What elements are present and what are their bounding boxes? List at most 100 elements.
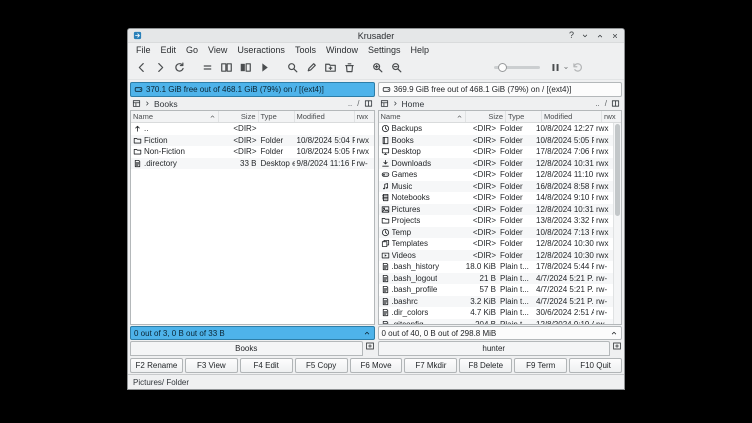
split-view-icon[interactable] (364, 99, 373, 108)
menu-go[interactable]: Go (181, 45, 203, 55)
left-status-bar: 0 out of 3, 0 B out of 33 B (130, 326, 375, 340)
column-header-name[interactable]: Name (131, 111, 219, 122)
fkey-f3[interactable]: F3 View (185, 358, 238, 373)
tab-books[interactable]: Books (130, 341, 363, 356)
fkey-f10[interactable]: F10 Quit (569, 358, 622, 373)
menu-view[interactable]: View (203, 45, 232, 55)
menu-useractions[interactable]: Useractions (232, 45, 290, 55)
file-row[interactable]: ..<DIR> (131, 123, 374, 135)
file-row[interactable]: Projects<DIR>Folder13/8/2024 3:32 P. M.r… (379, 215, 614, 227)
disk-icon (134, 85, 143, 94)
forward-button[interactable] (151, 58, 170, 77)
file-row[interactable]: Temp<DIR>Folder10/8/2024 7:13 P. M.rwx (379, 227, 614, 239)
left-breadcrumb-folder[interactable]: Books (154, 99, 178, 109)
left-new-tab-button[interactable] (365, 341, 375, 351)
menu-settings[interactable]: Settings (363, 45, 406, 55)
refresh-button[interactable] (170, 58, 189, 77)
right-new-tab-button[interactable] (612, 341, 622, 351)
left-info-bar[interactable]: 370.1 GiB free out of 468.1 GiB (79%) on… (130, 82, 375, 97)
places-icon[interactable] (380, 99, 389, 108)
help-button[interactable]: ? (569, 31, 574, 40)
minimize-button[interactable] (581, 32, 589, 40)
column-header-type[interactable]: Type (259, 111, 295, 122)
zoom-out-button[interactable] (387, 58, 406, 77)
path-dots-button[interactable]: .. (594, 99, 600, 108)
file-row[interactable]: Fiction<DIR>Folder10/8/2024 5:04 P. M.rw… (131, 135, 374, 147)
column-header-size[interactable]: Size (466, 111, 506, 122)
delete-button[interactable] (340, 58, 359, 77)
menu-help[interactable]: Help (406, 45, 435, 55)
menu-file[interactable]: File (131, 45, 156, 55)
file-row[interactable]: Books<DIR>Folder10/8/2024 5:05 P. M.rwx (379, 135, 614, 147)
file-row[interactable]: Downloads<DIR>Folder12/8/2024 10:31 P. M… (379, 158, 614, 170)
file-row[interactable]: Pictures<DIR>Folder12/8/2024 10:31 P. M.… (379, 204, 614, 216)
places-icon[interactable] (132, 99, 141, 108)
file-row[interactable]: Backups<DIR>Folder10/8/2024 12:27 P. M.r… (379, 123, 614, 135)
equal-panel-size-button[interactable] (198, 58, 217, 77)
file-row[interactable]: Non-Fiction<DIR>Folder10/8/2024 5:05 P. … (131, 146, 374, 158)
close-button[interactable] (611, 32, 619, 40)
slider-handle[interactable] (498, 63, 507, 72)
file-row[interactable]: .bash_history18.0 KiBPlain t...17/8/2024… (379, 261, 614, 273)
column-header-type[interactable]: Type (506, 111, 542, 122)
file-row[interactable]: .directory33 BDesktop en...9/8/2024 11:1… (131, 158, 374, 170)
menu-window[interactable]: Window (321, 45, 363, 55)
fkey-f7[interactable]: F7 Mkdir (404, 358, 457, 373)
scrollbar-thumb[interactable] (615, 124, 620, 216)
fkey-f5[interactable]: F5 Copy (295, 358, 348, 373)
job-undo-button[interactable] (568, 58, 587, 77)
column-header-modified[interactable]: Modified (542, 111, 602, 122)
edit-file-button[interactable] (302, 58, 321, 77)
job-progress-slider[interactable] (494, 60, 540, 75)
job-pause-button[interactable] (549, 58, 568, 77)
compare-directories-button[interactable] (217, 58, 236, 77)
right-status-bar: 0 out of 40, 0 B out of 298.8 MiB (378, 326, 623, 340)
find-file-button[interactable] (283, 58, 302, 77)
file-row[interactable]: Notebooks<DIR>Folder14/8/2024 9:10 P. M.… (379, 192, 614, 204)
titlebar[interactable]: Krusader ? (128, 29, 624, 43)
left-free-space-label: 370.1 GiB free out of 468.1 GiB (79%) on… (146, 85, 324, 94)
file-row[interactable]: Videos<DIR>Folder12/8/2024 10:30 P. M.rw… (379, 250, 614, 262)
right-totals-toggle-icon[interactable] (610, 329, 618, 337)
root-button[interactable]: / (356, 99, 360, 108)
right-breadcrumb-folder[interactable]: Home (402, 99, 425, 109)
split-view-icon[interactable] (611, 99, 620, 108)
fkey-f8[interactable]: F8 Delete (459, 358, 512, 373)
fkey-f4[interactable]: F4 Edit (240, 358, 293, 373)
maximize-button[interactable] (596, 32, 604, 40)
fkey-f6[interactable]: F6 Move (350, 358, 403, 373)
file-row[interactable]: .bash_logout21 BPlain t...4/7/2024 5:21 … (379, 273, 614, 285)
zoom-in-button[interactable] (368, 58, 387, 77)
file-row[interactable]: Templates<DIR>Folder12/8/2024 10:30 P. M… (379, 238, 614, 250)
left-totals-toggle-icon[interactable] (363, 329, 371, 337)
file-row[interactable]: Games<DIR>Folder12/8/2024 11:10 A. M.rwx (379, 169, 614, 181)
menu-edit[interactable]: Edit (156, 45, 182, 55)
right-info-bar[interactable]: 369.9 GiB free out of 468.1 GiB (79%) on… (378, 82, 623, 97)
run-button[interactable] (255, 58, 274, 77)
app-icon (133, 31, 142, 40)
right-scrollbar[interactable] (613, 123, 621, 324)
menu-tools[interactable]: Tools (290, 45, 321, 55)
fkey-f2[interactable]: F2 Rename (130, 358, 183, 373)
column-header-size[interactable]: Size (219, 111, 259, 122)
file-row[interactable]: .bash_profile57 BPlain t...4/7/2024 5:21… (379, 284, 614, 296)
swap-panels-button[interactable] (236, 58, 255, 77)
column-header-name[interactable]: Name (379, 111, 467, 122)
file-row[interactable]: Desktop<DIR>Folder17/8/2024 7:06 P. M.rw… (379, 146, 614, 158)
pointer-icon (258, 61, 271, 74)
column-header-rwx[interactable]: rwx (355, 111, 374, 122)
image-icon (381, 205, 390, 214)
root-button[interactable]: / (604, 99, 608, 108)
file-row[interactable]: .bashrc3.2 KiBPlain t...4/7/2024 5:21 P.… (379, 296, 614, 308)
back-button[interactable] (132, 58, 151, 77)
file-row[interactable]: Music<DIR>Folder16/8/2024 8:58 P. M.rwx (379, 181, 614, 193)
file-row[interactable]: .dir_colors4.7 KiBPlain t...30/6/2024 2:… (379, 307, 614, 319)
column-header-modified[interactable]: Modified (295, 111, 355, 122)
file-row[interactable]: .gitconfig204 BPlain t...12/8/2024 9:19 … (379, 319, 614, 325)
column-header-rwx[interactable]: rwx (602, 111, 621, 122)
path-dots-button[interactable]: .. (347, 99, 353, 108)
tab-hunter[interactable]: hunter (378, 341, 611, 356)
fkey-f9[interactable]: F9 Term (514, 358, 567, 373)
new-folder-button[interactable] (321, 58, 340, 77)
file-name: Fiction (144, 136, 168, 145)
